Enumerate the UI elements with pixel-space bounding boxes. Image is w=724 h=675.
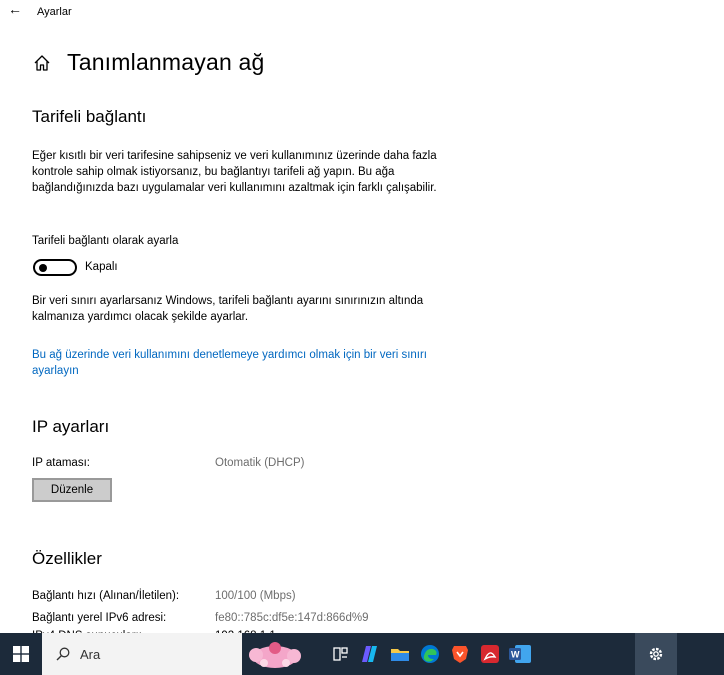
windows-start-button[interactable] [0, 633, 42, 675]
data-limit-note: Bir veri sınırı ayarlarsanız Windows, ta… [32, 295, 424, 323]
property-label: Bağlantı yerel IPv6 adresi: [32, 612, 167, 624]
copilot-button[interactable] [358, 642, 382, 666]
file-explorer-button[interactable] [388, 642, 412, 666]
metered-toggle[interactable] [33, 259, 77, 276]
search-icon [56, 647, 70, 661]
edge-icon [421, 645, 439, 663]
back-button[interactable]: ← [8, 1, 22, 17]
home-icon [34, 54, 50, 71]
metered-description: Eğer kısıtlı bir veri tarifesine sahipse… [32, 150, 437, 194]
file-explorer-icon [391, 649, 409, 661]
metered-toggle-state: Kapalı [85, 261, 118, 273]
metered-heading: Tarifeli bağlantı [32, 107, 147, 126]
search-placeholder: Ara [80, 646, 101, 662]
copilot-icon [362, 646, 377, 662]
properties-heading: Özellikler [32, 549, 102, 568]
data-limit-link[interactable]: Bu ağ üzerinde veri kullanımını denetlem… [32, 347, 452, 379]
task-view-button[interactable] [329, 642, 353, 666]
taskbar: Ara W [0, 633, 724, 675]
edit-button[interactable]: Düzenle [32, 478, 112, 502]
property-value: 100/100 (Mbps) [215, 590, 296, 602]
brave-icon [452, 646, 468, 663]
metered-toggle-label: Tarifeli bağlantı olarak ayarla [32, 235, 179, 247]
page-header: Tanımlanmayan ağ [33, 49, 265, 76]
ip-assignment-label: IP ataması: [32, 457, 90, 469]
edge-button[interactable] [418, 642, 442, 666]
word-icon: W [509, 645, 531, 663]
property-value: fe80::785c:df5e:147d:866d%9 [215, 612, 369, 624]
taskbar-search[interactable]: Ara [42, 633, 301, 675]
windows-start-icon [13, 646, 29, 662]
settings-icon [649, 647, 663, 661]
svg-text:W: W [511, 650, 520, 660]
brave-button[interactable] [448, 642, 472, 666]
settings-button[interactable] [644, 642, 668, 666]
search-highlight-image-icon [249, 642, 301, 668]
ip-heading: IP ayarları [32, 417, 110, 436]
toggle-knob [39, 264, 47, 272]
ip-assignment-value: Otomatik (DHCP) [215, 457, 305, 469]
page-title: Tanımlanmayan ağ [67, 49, 265, 75]
acrobat-button[interactable] [478, 642, 502, 666]
word-button[interactable]: W [508, 642, 532, 666]
acrobat-icon [481, 645, 499, 663]
window-title: Ayarlar [37, 6, 72, 18]
task-view-icon [333, 647, 348, 661]
property-label: Bağlantı hızı (Alınan/İletilen): [32, 590, 180, 602]
